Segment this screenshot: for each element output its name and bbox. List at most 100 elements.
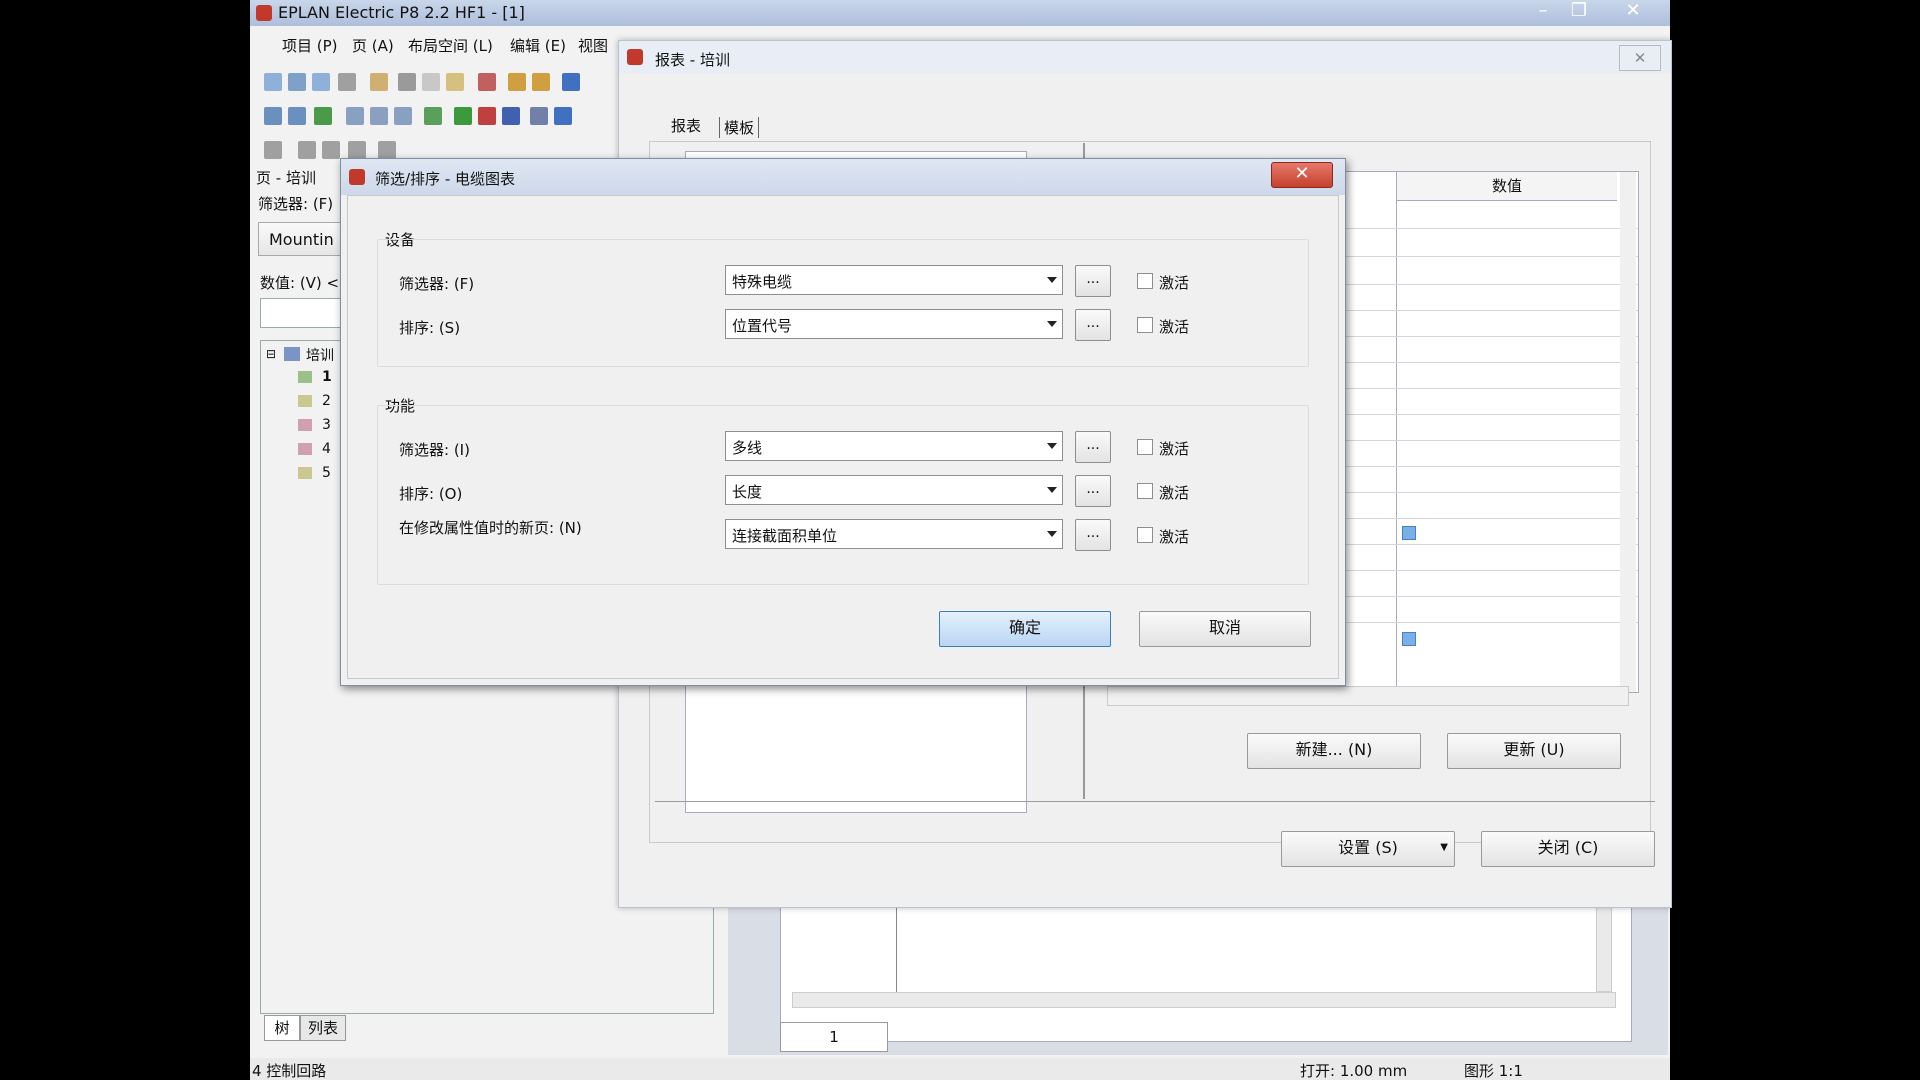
function-filter-combo[interactable]: 多线 bbox=[725, 431, 1063, 461]
open-project-icon[interactable] bbox=[288, 73, 306, 91]
error-icon[interactable] bbox=[478, 107, 496, 125]
chevron-down-icon bbox=[1042, 476, 1062, 504]
function-sort-label: 排序: (O) bbox=[399, 485, 463, 503]
device-filter-label: 筛选器: (F) bbox=[399, 275, 475, 293]
device-filter-active-checkbox[interactable] bbox=[1137, 273, 1153, 289]
settings-button[interactable]: 设置 (S) ▼ bbox=[1281, 831, 1455, 867]
navigator-icon[interactable] bbox=[562, 73, 580, 91]
menu-view[interactable]: 视图 bbox=[578, 35, 608, 56]
chevron-down-icon bbox=[1042, 266, 1062, 294]
page-filter-label: 筛选器: (F) bbox=[258, 195, 334, 213]
new-button[interactable]: 新建... (N) bbox=[1247, 733, 1421, 769]
report-app-icon bbox=[627, 49, 643, 65]
terminal-icon[interactable] bbox=[370, 107, 388, 125]
update-button[interactable]: 更新 (U) bbox=[1447, 733, 1621, 769]
symbol-icon[interactable] bbox=[264, 141, 282, 159]
tab-tree[interactable]: 树 bbox=[264, 1015, 300, 1041]
grid-checkbox-checked[interactable] bbox=[1402, 632, 1416, 646]
filter-edit-icon[interactable] bbox=[288, 107, 306, 125]
canvas-h-scrollbar[interactable] bbox=[792, 992, 1616, 1008]
new-page-more-button[interactable]: ... bbox=[1075, 519, 1111, 551]
dimension-icon[interactable] bbox=[378, 141, 396, 159]
tab-template[interactable]: 模板 bbox=[719, 117, 760, 138]
status-bar: 4 控制回路 打开: 1.00 mm 图形 1:1 bbox=[250, 1058, 1670, 1080]
filter-icon[interactable] bbox=[264, 107, 282, 125]
device-group bbox=[377, 239, 1309, 367]
connection-icon[interactable] bbox=[346, 107, 364, 125]
rectangle-icon[interactable] bbox=[322, 141, 340, 159]
report-separator bbox=[655, 801, 1655, 802]
minimize-button[interactable]: – bbox=[1526, 0, 1560, 22]
device-sort-more-button[interactable]: ... bbox=[1075, 309, 1111, 341]
check-icon[interactable] bbox=[454, 107, 472, 125]
print-icon[interactable] bbox=[338, 73, 356, 91]
toolbar-row-1 bbox=[258, 70, 618, 94]
redo-icon[interactable] bbox=[532, 73, 550, 91]
page-filter-combo[interactable]: Mountin bbox=[258, 222, 352, 256]
report-close-icon[interactable]: ✕ bbox=[1619, 45, 1661, 71]
filter-dialog-close-icon[interactable]: ✕ bbox=[1271, 162, 1333, 188]
report-title: 报表 - 培训 bbox=[655, 51, 730, 69]
grid-checkbox-checked[interactable] bbox=[1402, 526, 1416, 540]
function-sort-more-button[interactable]: ... bbox=[1075, 475, 1111, 507]
filter-dialog-app-icon bbox=[349, 169, 365, 185]
close-report-button[interactable]: 关闭 (C) bbox=[1481, 831, 1655, 867]
device-filter-active-label: 激活 bbox=[1159, 274, 1190, 292]
device-sort-combo[interactable]: 位置代号 bbox=[725, 309, 1063, 339]
function-sort-combo[interactable]: 长度 bbox=[725, 475, 1063, 505]
text-icon[interactable] bbox=[348, 141, 366, 159]
paste-icon[interactable] bbox=[446, 73, 464, 91]
grid-h-scrollbar[interactable] bbox=[1107, 686, 1629, 706]
close-window-button[interactable]: ✕ bbox=[1616, 0, 1650, 22]
page-tab-1[interactable]: 1 bbox=[780, 1022, 888, 1052]
value-column-header[interactable]: 数值 bbox=[1396, 172, 1617, 201]
function-filter-more-button[interactable]: ... bbox=[1075, 431, 1111, 463]
delete-icon[interactable] bbox=[478, 73, 496, 91]
cancel-button[interactable]: 取消 bbox=[1139, 611, 1311, 647]
device-sort-active-checkbox[interactable] bbox=[1137, 317, 1153, 333]
eplan-app-icon bbox=[256, 5, 272, 21]
insert-device-icon[interactable] bbox=[314, 107, 332, 125]
macro-icon[interactable] bbox=[554, 107, 572, 125]
ok-button[interactable]: 确定 bbox=[939, 611, 1111, 647]
cable-icon[interactable] bbox=[394, 107, 412, 125]
chevron-down-icon bbox=[1042, 310, 1062, 338]
tools-icon[interactable] bbox=[370, 73, 388, 91]
line-icon[interactable] bbox=[298, 141, 316, 159]
menu-layout-space[interactable]: 布局空间 (L) bbox=[408, 35, 493, 56]
device-filter-combo[interactable]: 特殊电缆 bbox=[725, 265, 1063, 295]
new-page-on-change-combo[interactable]: 连接截面积单位 bbox=[725, 519, 1063, 549]
menu-page[interactable]: 页 (A) bbox=[352, 35, 394, 56]
device-filter-more-button[interactable]: ... bbox=[1075, 265, 1111, 297]
window-title: EPLAN Electric P8 2.2 HF1 - [1] bbox=[278, 3, 525, 22]
menu-bar: 项目 (P) 页 (A) 布局空间 (L) 编辑 (E) 视图 bbox=[250, 30, 620, 56]
copy-icon[interactable] bbox=[422, 73, 440, 91]
function-sort-active-checkbox[interactable] bbox=[1137, 483, 1153, 499]
device-sort-active-label: 激活 bbox=[1159, 318, 1190, 336]
undo-icon[interactable] bbox=[508, 73, 526, 91]
cut-icon[interactable] bbox=[398, 73, 416, 91]
tab-list[interactable]: 列表 bbox=[300, 1015, 346, 1041]
menu-edit[interactable]: 编辑 (E) bbox=[510, 35, 566, 56]
restore-button[interactable]: ❐ bbox=[1562, 0, 1596, 22]
status-scale: 图形 1:1 bbox=[1464, 1062, 1523, 1080]
plc-icon[interactable] bbox=[424, 107, 442, 125]
flag-icon[interactable] bbox=[502, 107, 520, 125]
new-project-icon[interactable] bbox=[264, 73, 282, 91]
function-filter-active-checkbox[interactable] bbox=[1137, 439, 1153, 455]
close-project-icon[interactable] bbox=[312, 73, 330, 91]
tab-report[interactable]: 报表 bbox=[671, 115, 701, 136]
menu-project[interactable]: 项目 (P) bbox=[282, 35, 338, 56]
function-filter-label: 筛选器: (I) bbox=[399, 441, 470, 459]
grid-v-scrollbar[interactable] bbox=[1620, 172, 1636, 692]
new-page-on-change-label: 在修改属性值时的新页: (N) bbox=[399, 519, 582, 537]
new-page-active-label: 激活 bbox=[1159, 528, 1190, 546]
new-page-active-checkbox[interactable] bbox=[1137, 527, 1153, 543]
device-sort-label: 排序: (S) bbox=[399, 319, 461, 337]
report-icon[interactable] bbox=[530, 107, 548, 125]
report-title-bar: 报表 - 培训 ✕ bbox=[619, 41, 1671, 73]
chevron-down-icon bbox=[1042, 520, 1062, 548]
page-value-input[interactable] bbox=[260, 298, 348, 328]
status-grid: 打开: 1.00 mm bbox=[1300, 1062, 1408, 1080]
dropdown-arrow-icon: ▼ bbox=[1440, 842, 1448, 853]
